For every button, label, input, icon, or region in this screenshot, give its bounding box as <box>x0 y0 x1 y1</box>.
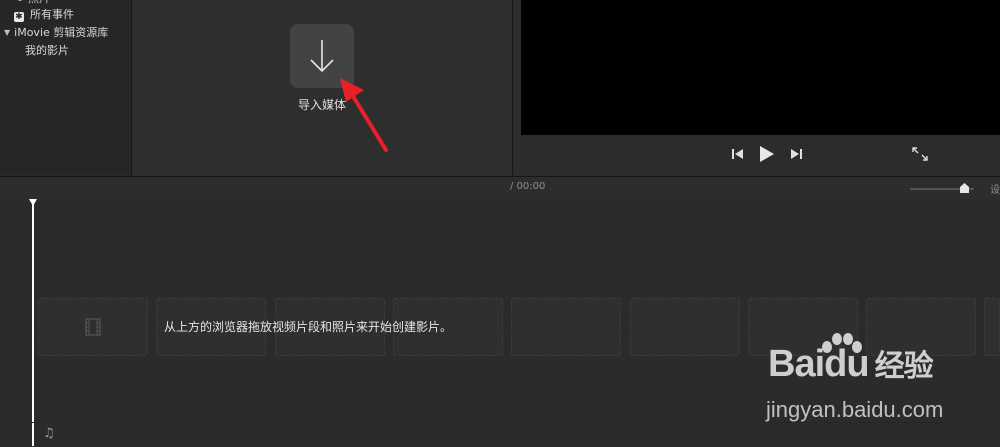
skip-forward-icon <box>791 149 802 159</box>
sidebar-item-label: 所有事件 <box>30 8 74 21</box>
clip-placeholder <box>511 298 621 356</box>
red-pointer-arrow-icon <box>340 78 388 152</box>
timecode-display: / 00:00 <box>510 181 546 192</box>
watermark-logo: Baidu 经验 <box>768 341 934 386</box>
watermark-url: jingyan.baidu.com <box>766 397 944 422</box>
play-icon <box>760 146 774 162</box>
logo-text-jingyan: 经验 <box>874 349 934 384</box>
settings-button[interactable]: 设 <box>990 181 1000 196</box>
download-arrow-icon <box>310 40 334 73</box>
logo-text-bai: Bai <box>768 343 825 385</box>
bullet-icon <box>18 0 22 1</box>
zoom-slider-knob[interactable] <box>959 183 969 193</box>
logo-text-du: du <box>824 343 869 385</box>
play-button[interactable] <box>755 144 777 164</box>
timeline-hint-text: 从上方的浏览器拖放视频片段和照片来开始创建影片。 <box>164 320 453 334</box>
star-icon: ✱ <box>14 12 24 22</box>
viewer-panel <box>513 0 1000 175</box>
sidebar-item-all-events[interactable]: ✱ 所有事件 <box>14 7 74 23</box>
skip-back-icon <box>732 149 743 159</box>
library-sidebar: 照片 ✱ 所有事件 ▼ iMovie 剪辑资源库 我的影片 <box>0 0 132 175</box>
clip-placeholder <box>38 298 148 356</box>
media-browser: 导入媒体 <box>132 0 513 175</box>
skip-forward-button[interactable] <box>785 144 807 164</box>
film-strip-icon <box>85 318 101 336</box>
playhead-marker-icon <box>29 199 37 206</box>
sidebar-item-photos[interactable]: 照片 <box>18 0 50 7</box>
playhead[interactable] <box>29 199 37 446</box>
music-note-icon: ♫ <box>43 426 55 441</box>
skip-back-button[interactable] <box>727 144 749 164</box>
fullscreen-icon <box>912 147 928 161</box>
sidebar-item-my-movies[interactable]: 我的影片 <box>25 43 69 59</box>
timeline-header: / 00:00 设 <box>0 176 1000 200</box>
sidebar-item-library[interactable]: ▼ iMovie 剪辑资源库 <box>4 25 108 41</box>
disclosure-triangle-icon[interactable]: ▼ <box>4 25 10 41</box>
sidebar-item-label: 我的影片 <box>25 44 69 57</box>
preview-screen <box>521 0 1000 135</box>
sidebar-item-label: 照片 <box>28 0 50 5</box>
sidebar-item-label: iMovie 剪辑资源库 <box>14 26 109 39</box>
top-area: 照片 ✱ 所有事件 ▼ iMovie 剪辑资源库 我的影片 导入媒体 <box>0 0 1000 175</box>
baidu-jingyan-watermark: Baidu 经验 jingyan.baidu.com <box>760 333 1000 445</box>
clip-placeholder <box>630 298 740 356</box>
fullscreen-button[interactable] <box>909 144 931 164</box>
